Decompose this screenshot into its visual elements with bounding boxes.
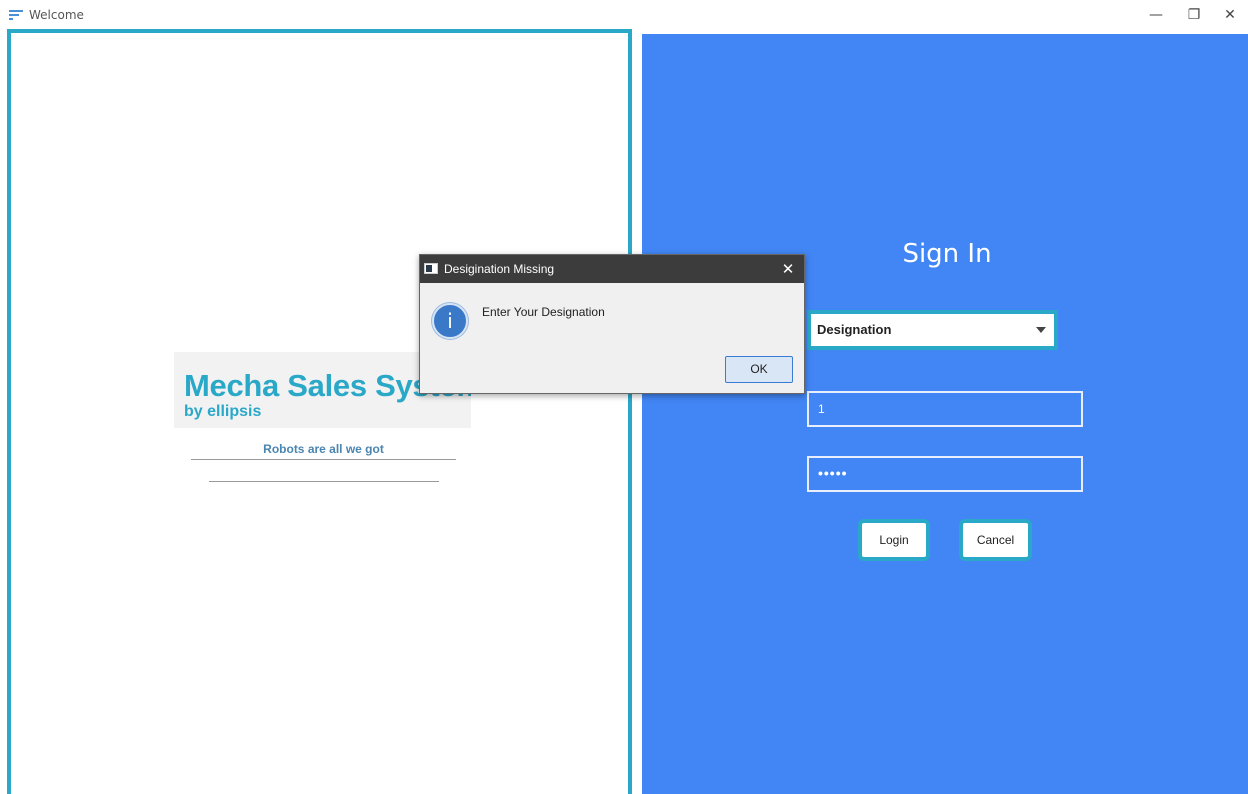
maximize-icon[interactable]: ❐ bbox=[1174, 0, 1214, 30]
app-window: Welcome — ❐ ✕ Mecha Sales System by elli… bbox=[0, 0, 1248, 794]
login-button[interactable]: Login bbox=[858, 519, 930, 561]
tagline: Robots are all we got bbox=[263, 442, 384, 456]
right-panel: Sign In Designation 1 ••••• Login Cancel bbox=[642, 34, 1248, 794]
divider bbox=[209, 481, 439, 482]
username-field[interactable]: 1 bbox=[807, 391, 1083, 427]
app-icon bbox=[9, 10, 23, 20]
dialog-app-icon bbox=[424, 263, 438, 274]
dialog-close-icon[interactable]: ✕ bbox=[772, 255, 804, 283]
password-field[interactable]: ••••• bbox=[807, 456, 1083, 492]
title-bar: Welcome — ❐ ✕ bbox=[0, 0, 1248, 30]
dialog-title: Desigination Missing bbox=[444, 262, 555, 276]
alert-dialog: Desigination Missing ✕ i Enter Your Desi… bbox=[419, 254, 805, 394]
dialog-message: Enter Your Designation bbox=[482, 305, 605, 319]
ok-button[interactable]: OK bbox=[725, 356, 793, 383]
dropdown-arrow-icon[interactable] bbox=[1036, 327, 1046, 333]
password-value: ••••• bbox=[818, 465, 848, 481]
logo-subtitle: by ellipsis bbox=[184, 403, 262, 420]
left-panel: Mecha Sales System by ellipsis Robots ar… bbox=[7, 29, 632, 794]
dialog-title-bar[interactable]: Desigination Missing ✕ bbox=[420, 255, 804, 283]
designation-select-label: Designation bbox=[817, 322, 892, 337]
designation-select[interactable]: Designation bbox=[807, 310, 1058, 350]
cancel-button[interactable]: Cancel bbox=[959, 519, 1032, 561]
info-icon: i bbox=[432, 303, 468, 339]
divider bbox=[191, 459, 456, 460]
signin-title: Sign In bbox=[902, 239, 992, 269]
close-icon[interactable]: ✕ bbox=[1210, 0, 1248, 30]
window-title: Welcome bbox=[29, 8, 84, 22]
username-value: 1 bbox=[818, 402, 825, 416]
minimize-icon[interactable]: — bbox=[1136, 0, 1176, 30]
